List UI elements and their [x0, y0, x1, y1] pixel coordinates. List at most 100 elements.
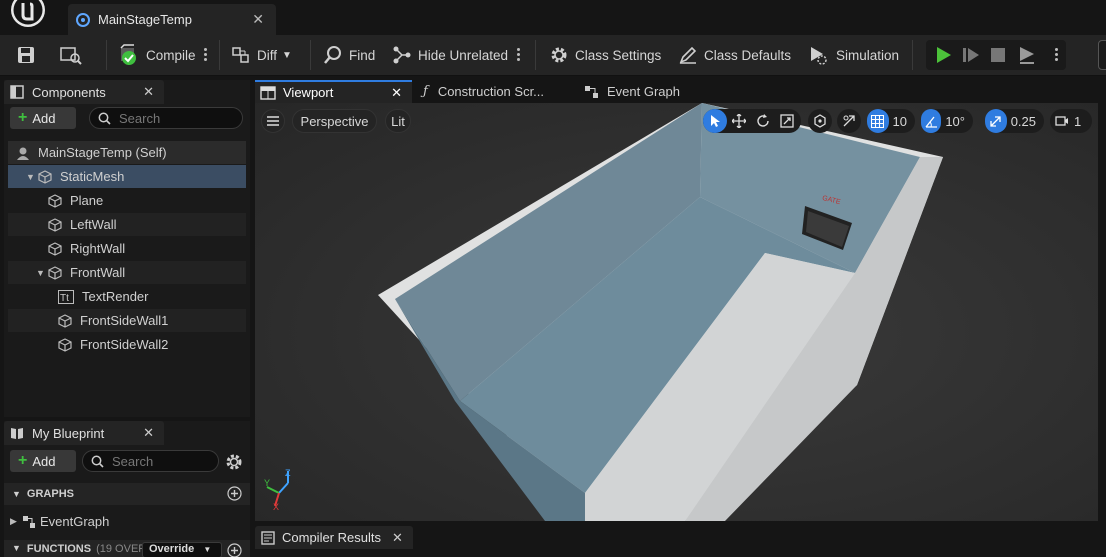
tab-event-graph[interactable]: Event Graph — [584, 80, 714, 103]
browse-button[interactable] — [60, 35, 88, 75]
close-components-icon[interactable]: ✕ — [143, 84, 154, 100]
rotation-snap-group[interactable]: 10° — [921, 109, 973, 133]
level-viewport[interactable]: Z Y X GATE Perspective Lit 10 10° 0.25 1 — [255, 103, 1098, 521]
expand-arrow-icon[interactable]: ▼ — [36, 268, 46, 278]
cube-icon — [48, 241, 62, 256]
play-controls — [926, 40, 1066, 70]
tab-construction-script[interactable]: ƒ Construction Scr... — [423, 80, 573, 103]
override-dropdown[interactable]: Override ▼ — [142, 542, 222, 557]
close-viewport-tab-icon[interactable]: ✕ — [391, 85, 402, 101]
tree-item-self[interactable]: MainStageTemp (Self) — [8, 141, 246, 164]
surface-snap-icon[interactable] — [837, 109, 861, 133]
scale-snap-value: 0.25 — [1010, 113, 1036, 129]
simulation-button[interactable]: Simulation — [808, 35, 899, 75]
rotation-snap-icon[interactable] — [921, 109, 942, 133]
tree-item-label: MainStageTemp (Self) — [38, 145, 167, 160]
tree-item-frontsidewall1[interactable]: FrontSideWall1 — [8, 309, 246, 332]
lit-mode-button[interactable]: Lit — [385, 109, 411, 133]
add-component-label: Add — [32, 110, 56, 126]
my-blueprint-tab[interactable]: My Blueprint ✕ — [4, 421, 164, 445]
save-button[interactable] — [16, 35, 42, 75]
select-tool-icon[interactable] — [703, 109, 727, 133]
collapse-arrow-icon: ▼ — [12, 489, 21, 499]
expand-arrow-icon[interactable]: ▶ — [10, 516, 20, 527]
tree-item-frontsidewall2[interactable]: FrontSideWall2 — [8, 333, 246, 356]
tree-item-label: LeftWall — [70, 217, 117, 232]
tree-item-plane[interactable]: Plane — [8, 189, 246, 212]
grid-snap-icon[interactable] — [867, 109, 889, 133]
tree-item-rightwall[interactable]: RightWall — [8, 237, 246, 260]
compiler-results-label: Compiler Results — [282, 530, 381, 545]
expand-arrow-icon[interactable]: ▼ — [26, 172, 36, 182]
add-function-icon[interactable] — [227, 543, 242, 557]
tree-item-label: StaticMesh — [60, 169, 125, 184]
move-tool-icon[interactable] — [727, 109, 751, 133]
class-defaults-label: Class Defaults — [704, 47, 792, 63]
close-compiler-results-icon[interactable]: ✕ — [392, 530, 403, 546]
camera-speed-group[interactable]: 1 — [1050, 109, 1092, 133]
rotate-tool-icon[interactable] — [751, 109, 775, 133]
diff-label: Diff — [257, 47, 278, 63]
search-icon — [91, 455, 104, 468]
compiler-results-tab[interactable]: Compiler Results ✕ — [255, 526, 413, 549]
tab-event-graph-label: Event Graph — [607, 84, 680, 99]
surface-snap-toggle[interactable] — [837, 109, 861, 133]
diff-icon — [232, 47, 249, 63]
functions-section-header[interactable]: ▼ FUNCTIONS (19 OVERR Override ▼ — [4, 540, 250, 557]
cube-icon — [38, 169, 52, 184]
tree-item-label: FrontSideWall2 — [80, 337, 169, 352]
scale-tool-icon[interactable] — [775, 109, 799, 133]
close-tab-icon[interactable]: ✕ — [252, 11, 264, 28]
svg-text:Y: Y — [264, 478, 270, 488]
perspective-button[interactable]: Perspective — [292, 109, 377, 133]
add-component-button[interactable]: + Add — [10, 107, 76, 129]
class-settings-button[interactable]: Class Settings — [549, 35, 661, 75]
blueprint-search-input[interactable]: Search — [82, 450, 219, 472]
scale-snap-group[interactable]: 0.25 — [985, 109, 1044, 133]
diff-button[interactable]: Diff ▼ — [231, 35, 292, 75]
add-blueprint-button[interactable]: + Add — [10, 450, 76, 472]
add-graph-icon[interactable] — [227, 486, 242, 501]
close-my-blueprint-icon[interactable]: ✕ — [143, 425, 154, 441]
lit-label: Lit — [391, 113, 405, 129]
world-local-toggle[interactable] — [808, 109, 832, 133]
tree-item-leftwall[interactable]: LeftWall — [8, 213, 246, 236]
frame-skip-icon[interactable] — [962, 46, 980, 64]
tree-item-textrender[interactable]: Tt TextRender — [8, 285, 246, 308]
camera-icon[interactable] — [1050, 109, 1074, 133]
stop-icon[interactable] — [990, 47, 1006, 63]
tree-item-label: FrontSideWall1 — [80, 313, 169, 328]
tree-item-staticmesh[interactable]: ▼ StaticMesh — [8, 165, 246, 188]
actor-icon — [17, 147, 29, 160]
tree-item-label: TextRender — [82, 289, 149, 304]
compile-label: Compile — [146, 47, 196, 63]
world-space-icon[interactable] — [808, 109, 832, 133]
play-options-icon[interactable] — [1054, 47, 1058, 63]
graphs-section-header[interactable]: ▼ GRAPHS — [4, 483, 250, 505]
blueprint-settings-gear-icon[interactable] — [225, 453, 243, 471]
viewport-menu-button[interactable] — [261, 109, 285, 133]
tab-viewport[interactable]: Viewport ✕ — [255, 80, 412, 103]
unreal-logo-icon[interactable] — [6, 0, 50, 30]
grid-snap-group[interactable]: 10 — [867, 109, 915, 133]
cube-icon — [58, 337, 72, 352]
play-icon[interactable] — [934, 46, 952, 64]
tree-item-label: RightWall — [70, 241, 126, 256]
event-graph-item[interactable]: ▶ EventGraph — [8, 510, 246, 533]
editor-tab-bar: Viewport ✕ ƒ Construction Scr... Event G… — [255, 80, 1106, 103]
tree-item-frontwall[interactable]: ▼ FrontWall — [8, 261, 246, 284]
find-button[interactable]: Find — [323, 35, 375, 75]
scale-snap-icon[interactable] — [985, 109, 1007, 133]
hide-unrelated-button[interactable]: Hide Unrelated — [392, 35, 508, 75]
document-tab[interactable]: MainStageTemp ✕ — [68, 4, 276, 35]
overflow-button[interactable] — [1098, 40, 1106, 70]
hide-unrelated-options-icon[interactable] — [516, 47, 520, 63]
components-search-input[interactable]: Search — [89, 107, 243, 129]
components-tab[interactable]: Components ✕ — [4, 80, 164, 104]
svg-text:Tt: Tt — [60, 293, 69, 304]
blueprint-search-placeholder: Search — [112, 453, 154, 469]
class-defaults-button[interactable]: Class Defaults — [678, 35, 791, 75]
eject-icon[interactable] — [1017, 45, 1037, 65]
compile-button[interactable]: Compile — [118, 35, 196, 75]
compile-options-icon[interactable] — [203, 47, 207, 63]
